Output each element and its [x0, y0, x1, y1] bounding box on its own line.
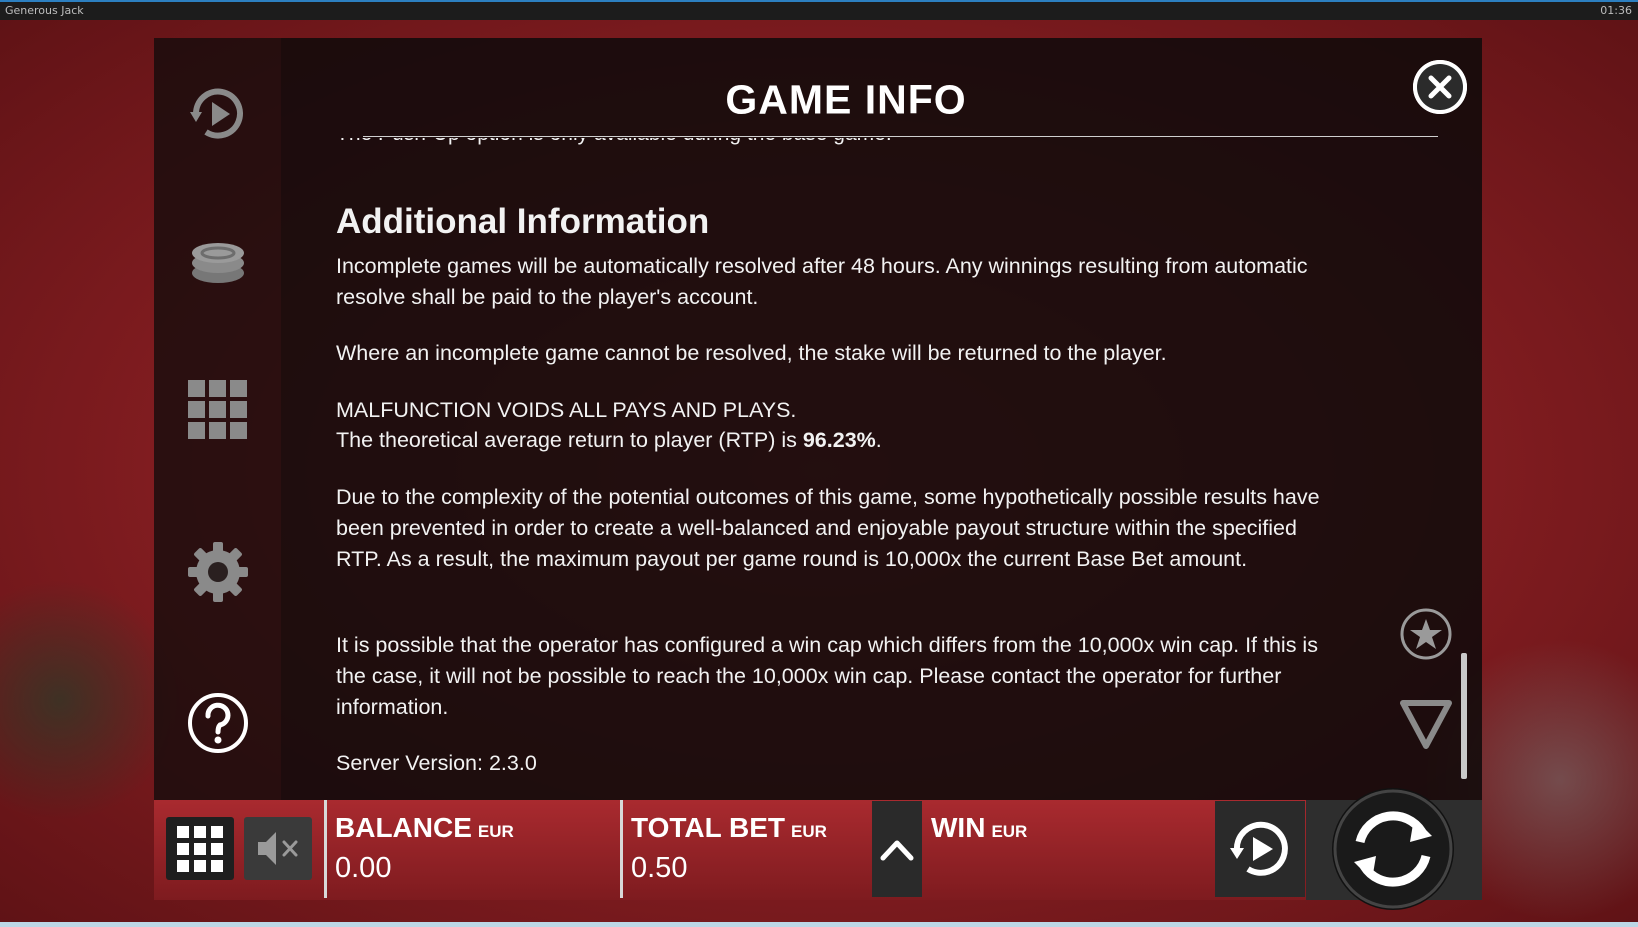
- mute-icon: [258, 832, 298, 865]
- autoplay-icon: [1230, 821, 1288, 876]
- spin-arrows-icon: [1333, 789, 1453, 909]
- spin-button[interactable]: [1332, 788, 1454, 910]
- info-sidebar: [154, 38, 281, 800]
- total-bet-label-text: TOTAL BET: [631, 812, 785, 843]
- rtp-period: .: [875, 428, 882, 452]
- total-bet-currency: EUR: [791, 822, 827, 841]
- gear-icon[interactable]: [186, 540, 250, 604]
- balance-currency: EUR: [477, 822, 514, 841]
- paragraph-rtp: The theoretical average return to player…: [336, 425, 1341, 456]
- scrollbar-thumb[interactable]: [1461, 653, 1467, 779]
- chevron-up-icon: [880, 840, 914, 861]
- menu-button[interactable]: [166, 817, 234, 880]
- sound-toggle-button[interactable]: [244, 817, 312, 880]
- window-clock: 01:36: [1600, 4, 1632, 17]
- total-bet-value: 0.50: [631, 852, 688, 884]
- window-titlebar: Generous Jack 01:36: [0, 0, 1638, 20]
- help-icon[interactable]: [186, 691, 250, 755]
- bar-divider: [324, 800, 327, 898]
- bar-divider: [620, 800, 623, 898]
- page-title: GAME INFO: [725, 76, 967, 123]
- bottom-control-bar: BALANCE EUR 0.00 TOTAL BET EUR 0.50 WIN EUR: [154, 788, 1482, 910]
- grid-icon[interactable]: [186, 378, 250, 442]
- balance-label: BALANCE EUR: [335, 812, 514, 844]
- section-heading: Additional Information: [336, 202, 710, 241]
- paragraph-malfunction: MALFUNCTION VOIDS ALL PAYS AND PLAYS.: [336, 398, 797, 422]
- total-bet-label: TOTAL BET EUR: [631, 812, 827, 844]
- star-icon: [1400, 608, 1452, 660]
- paragraph-max-payout: Due to the complexity of the potential o…: [336, 485, 1320, 571]
- title-divider: [363, 136, 1438, 137]
- autoplay-button[interactable]: [1215, 801, 1305, 897]
- close-button[interactable]: [1413, 60, 1467, 114]
- coin-stack-icon[interactable]: [186, 229, 250, 293]
- clipped-text-line: The Push-Up option is only available dur…: [336, 138, 892, 146]
- paragraph-stake-returned: Where an incomplete game cannot be resol…: [336, 341, 1167, 365]
- rtp-value: 96.23%: [802, 428, 876, 452]
- paragraph-incomplete-games: Incomplete games will be automatically r…: [336, 254, 1308, 309]
- window-title: Generous Jack: [5, 4, 84, 17]
- balance-label-text: BALANCE: [335, 812, 472, 843]
- bottom-edge-strip: [0, 922, 1638, 927]
- win-label: WIN EUR: [931, 812, 1027, 844]
- bet-increase-button[interactable]: [872, 801, 922, 897]
- paragraph-win-cap: It is possible that the operator has con…: [336, 633, 1318, 719]
- close-icon: [1413, 60, 1467, 114]
- info-content[interactable]: The Push-Up option is only available dur…: [336, 138, 1346, 800]
- win-label-text: WIN: [931, 812, 986, 843]
- menu-grid-icon: [177, 826, 223, 872]
- scroll-down-button[interactable]: [1398, 696, 1454, 752]
- scroll-top-button[interactable]: [1398, 606, 1454, 662]
- balance-value: 0.00: [335, 852, 392, 884]
- autoplay-icon[interactable]: [186, 82, 250, 146]
- game-info-panel: GAME INFO The Push-Up option is only ava…: [281, 38, 1482, 800]
- rtp-text: The theoretical average return to player…: [336, 428, 803, 452]
- server-version: Server Version: 2.3.0: [336, 751, 537, 775]
- chevron-down-icon: [1400, 700, 1452, 749]
- win-currency: EUR: [991, 822, 1028, 841]
